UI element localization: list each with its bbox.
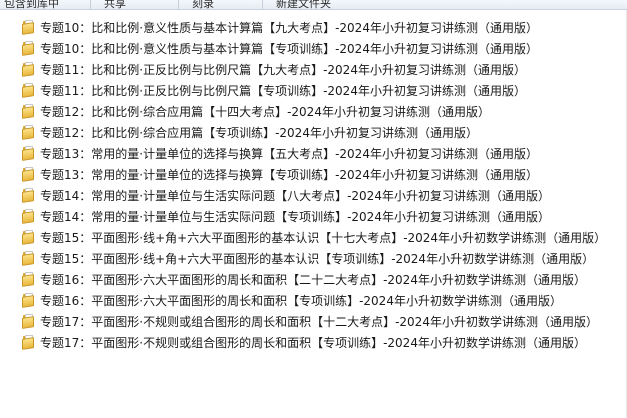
folder-name: 专题11：比和比例·正反比例与比例尺篇【专项训练】-2024年小升初复习讲练测（… bbox=[40, 84, 526, 98]
folder-icon bbox=[21, 104, 36, 119]
folder-item[interactable]: 专题10：比和比例·意义性质与基本计算篇【九大考点】-2024年小升初复习讲练测… bbox=[0, 17, 627, 38]
toolbar-share[interactable]: 共享 bbox=[104, 0, 126, 9]
folder-name: 专题14：常用的量·计量单位与生活实际问题【八大考点】-2024年小升初复习讲练… bbox=[40, 189, 550, 203]
folder-item[interactable]: 专题10：比和比例·意义性质与基本计算篇【专项训练】-2024年小升初复习讲练测… bbox=[0, 38, 627, 59]
folder-icon bbox=[21, 314, 36, 329]
explorer-toolbar: 包含到库中 共享 刻录 新建文件夹 bbox=[0, 0, 627, 10]
folder-icon bbox=[21, 188, 36, 203]
toolbar-separator bbox=[90, 0, 91, 9]
folder-name: 专题12：比和比例·综合应用篇【十四大考点】-2024年小升初复习讲练测（通用版… bbox=[40, 105, 490, 119]
folder-icon bbox=[21, 230, 36, 245]
folder-icon bbox=[21, 293, 36, 308]
toolbar-separator bbox=[178, 0, 179, 9]
folder-name: 专题11：比和比例·正反比例与比例尺篇【九大考点】-2024年小升初复习讲练测（… bbox=[40, 63, 526, 77]
folder-item[interactable]: 专题15：平面图形·线+角+六大平面图形的基本认识【十七大考点】-2024年小升… bbox=[0, 227, 627, 248]
folder-item[interactable]: 专题12：比和比例·综合应用篇【十四大考点】-2024年小升初复习讲练测（通用版… bbox=[0, 101, 627, 122]
folder-item[interactable]: 专题13：常用的量·计量单位的选择与换算【五大考点】-2024年小升初复习讲练测… bbox=[0, 143, 627, 164]
folder-icon bbox=[21, 20, 36, 35]
folder-name: 专题12：比和比例·综合应用篇【专项训练】-2024年小升初复习讲练测（通用版） bbox=[40, 126, 478, 140]
folder-item[interactable]: 专题16：平面图形·六大平面图形的周长和面积【二十二大考点】-2024年小升初数… bbox=[0, 269, 627, 290]
folder-icon bbox=[21, 251, 36, 266]
folder-icon bbox=[21, 209, 36, 224]
folder-name: 专题13：常用的量·计量单位的选择与换算【专项训练】-2024年小升初复习讲练测… bbox=[40, 168, 538, 182]
folder-item[interactable]: 专题14：常用的量·计量单位与生活实际问题【专项训练】-2024年小升初复习讲练… bbox=[0, 206, 627, 227]
folder-name: 专题17：平面图形·不规则或组合图形的周长和面积【专项训练】-2024年小升初数… bbox=[40, 336, 586, 350]
folder-item[interactable]: 专题17：平面图形·不规则或组合图形的周长和面积【十二大考点】-2024年小升初… bbox=[0, 311, 627, 332]
folder-name: 专题17：平面图形·不规则或组合图形的周长和面积【十二大考点】-2024年小升初… bbox=[40, 315, 598, 329]
folder-item[interactable]: 专题13：常用的量·计量单位的选择与换算【专项训练】-2024年小升初复习讲练测… bbox=[0, 164, 627, 185]
file-list: 专题10：比和比例·意义性质与基本计算篇【九大考点】-2024年小升初复习讲练测… bbox=[0, 17, 627, 353]
folder-icon bbox=[21, 125, 36, 140]
folder-name: 专题16：平面图形·六大平面图形的周长和面积【专项训练】-2024年小升初数学讲… bbox=[40, 294, 562, 308]
folder-icon bbox=[21, 335, 36, 350]
folder-item[interactable]: 专题16：平面图形·六大平面图形的周长和面积【专项训练】-2024年小升初数学讲… bbox=[0, 290, 627, 311]
toolbar-include-in-library[interactable]: 包含到库中 bbox=[4, 0, 59, 9]
toolbar-burn[interactable]: 刻录 bbox=[192, 0, 214, 9]
folder-name: 专题15：平面图形·线+角+六大平面图形的基本认识【专项训练】-2024年小升初… bbox=[40, 252, 595, 266]
folder-name: 专题15：平面图形·线+角+六大平面图形的基本认识【十七大考点】-2024年小升… bbox=[40, 231, 607, 245]
folder-icon bbox=[21, 272, 36, 287]
folder-name: 专题16：平面图形·六大平面图形的周长和面积【二十二大考点】-2024年小升初数… bbox=[40, 273, 586, 287]
folder-name: 专题13：常用的量·计量单位的选择与换算【五大考点】-2024年小升初复习讲练测… bbox=[40, 147, 538, 161]
folder-icon bbox=[21, 83, 36, 98]
folder-item[interactable]: 专题11：比和比例·正反比例与比例尺篇【专项训练】-2024年小升初复习讲练测（… bbox=[0, 80, 627, 101]
folder-icon bbox=[21, 41, 36, 56]
folder-icon bbox=[21, 62, 36, 77]
folder-name: 专题14：常用的量·计量单位与生活实际问题【专项训练】-2024年小升初复习讲练… bbox=[40, 210, 550, 224]
toolbar-new-folder[interactable]: 新建文件夹 bbox=[276, 0, 331, 9]
folder-item[interactable]: 专题14：常用的量·计量单位与生活实际问题【八大考点】-2024年小升初复习讲练… bbox=[0, 185, 627, 206]
folder-icon bbox=[21, 146, 36, 161]
folder-name: 专题10：比和比例·意义性质与基本计算篇【九大考点】-2024年小升初复习讲练测… bbox=[40, 21, 538, 35]
folder-item[interactable]: 专题17：平面图形·不规则或组合图形的周长和面积【专项训练】-2024年小升初数… bbox=[0, 332, 627, 353]
toolbar-separator bbox=[262, 0, 263, 9]
folder-icon bbox=[21, 167, 36, 182]
folder-item[interactable]: 专题12：比和比例·综合应用篇【专项训练】-2024年小升初复习讲练测（通用版） bbox=[0, 122, 627, 143]
folder-item[interactable]: 专题11：比和比例·正反比例与比例尺篇【九大考点】-2024年小升初复习讲练测（… bbox=[0, 59, 627, 80]
folder-name: 专题10：比和比例·意义性质与基本计算篇【专项训练】-2024年小升初复习讲练测… bbox=[40, 42, 538, 56]
folder-item[interactable]: 专题15：平面图形·线+角+六大平面图形的基本认识【专项训练】-2024年小升初… bbox=[0, 248, 627, 269]
